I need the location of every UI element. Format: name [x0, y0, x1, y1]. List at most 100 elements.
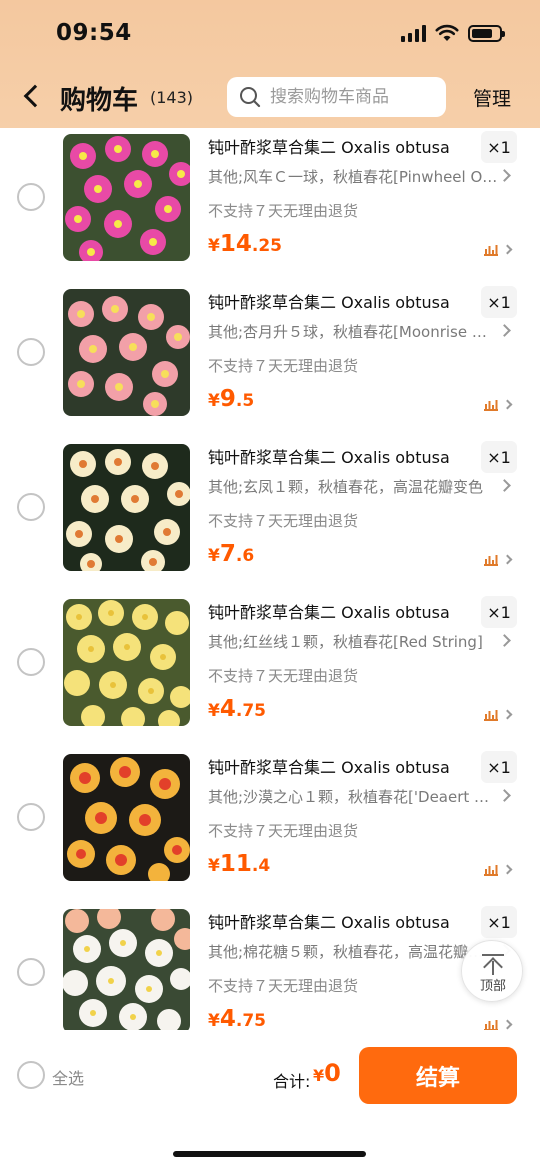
search-icon: [240, 87, 261, 108]
total-currency: ¥: [313, 1066, 325, 1085]
price-integer: 4: [219, 696, 236, 722]
item-select-radio[interactable]: [17, 648, 45, 676]
chevron-right-icon: [502, 864, 513, 874]
status-time: 09:54: [56, 20, 132, 46]
total-value: 0: [324, 1059, 341, 1087]
item-select-radio[interactable]: [17, 338, 45, 366]
price-integer: 9: [219, 386, 236, 412]
item-select-radio[interactable]: [17, 958, 45, 986]
item-price: ¥9.5: [208, 386, 254, 412]
product-name[interactable]: 钝叶酢浆草合集二 Oxalis obtusa: [208, 909, 478, 933]
price-trend-icon: [484, 710, 498, 721]
search-box[interactable]: [227, 77, 446, 117]
quantity-stepper[interactable]: ×1: [481, 131, 517, 163]
product-spec[interactable]: 其他;棉花糖５颗，秋植春花，高温花瓣变色: [208, 941, 498, 962]
price-trend-icon: [484, 400, 498, 411]
cream-oxalis-photo: [63, 444, 190, 571]
return-policy: 不支持７天无理由退货: [208, 202, 359, 220]
price-decimal: .75: [235, 701, 266, 721]
back-button[interactable]: [14, 78, 50, 114]
price-trend-button[interactable]: [483, 394, 517, 414]
item-price: ¥11.4: [208, 851, 270, 877]
price-currency: ¥: [208, 856, 220, 876]
product-name[interactable]: 钝叶酢浆草合集二 Oxalis obtusa: [208, 444, 478, 468]
product-image[interactable]: [63, 134, 190, 261]
cart-item: 钝叶酢浆草合集二 Oxalis obtusa ×1 其他;红丝线１颗，秋植春花[…: [0, 596, 540, 751]
product-image[interactable]: [63, 909, 190, 1030]
product-spec[interactable]: 其他;风车Ｃ一球，秋植春花[Pinwheel Oxalis]: [208, 166, 498, 187]
chevron-right-icon: [502, 709, 513, 719]
price-currency: ¥: [208, 391, 220, 411]
quantity-stepper[interactable]: ×1: [481, 906, 517, 938]
item-select-radio[interactable]: [17, 493, 45, 521]
price-trend-button[interactable]: [483, 549, 517, 569]
total-amount: ¥0: [313, 1059, 341, 1087]
price-integer: 4: [219, 1006, 236, 1030]
product-image[interactable]: [63, 444, 190, 571]
product-spec[interactable]: 其他;沙漠之心１颗，秋植春花['Deaert Heart']: [208, 786, 498, 807]
item-select-radio[interactable]: [17, 183, 45, 211]
item-select-radio[interactable]: [17, 803, 45, 831]
return-policy: 不支持７天无理由退货: [208, 512, 359, 530]
quantity-stepper[interactable]: ×1: [481, 286, 517, 318]
pink-oxalis-photo: [63, 134, 190, 261]
chevron-right-icon: [498, 479, 511, 492]
scroll-to-top-label: 顶部: [479, 979, 506, 994]
quantity-stepper[interactable]: ×1: [481, 751, 517, 783]
product-name[interactable]: 钝叶酢浆草合集二 Oxalis obtusa: [208, 289, 478, 313]
cart-item: 钝叶酢浆草合集二 Oxalis obtusa ×1 其他;玄凤１颗，秋植春花，高…: [0, 441, 540, 596]
status-icons: [401, 24, 505, 42]
product-spec[interactable]: 其他;杏月升５球，秋植春花[Moonrise Oxalis]: [208, 321, 498, 342]
page-title: 购物车: [60, 86, 139, 116]
cart-list[interactable]: 钝叶酢浆草合集二 Oxalis obtusa ×1 其他;风车Ｃ一球，秋植春花[…: [0, 128, 540, 1030]
price-trend-button[interactable]: [483, 239, 517, 259]
total-label: 合计:: [273, 1072, 311, 1091]
product-spec[interactable]: 其他;玄凤１颗，秋植春花，高温花瓣变色: [208, 476, 498, 497]
price-trend-button[interactable]: [483, 859, 517, 879]
item-price: ¥14.25: [208, 231, 282, 257]
chevron-right-icon: [502, 244, 513, 254]
product-image[interactable]: [63, 599, 190, 726]
item-price: ¥4.75: [208, 696, 266, 722]
orange-oxalis-photo: [63, 754, 190, 881]
chevron-right-icon: [498, 634, 511, 647]
price-trend-icon: [484, 865, 498, 876]
return-policy: 不支持７天无理由退货: [208, 667, 359, 685]
search-input[interactable]: [270, 87, 430, 107]
product-name[interactable]: 钝叶酢浆草合集二 Oxalis obtusa: [208, 134, 478, 158]
price-decimal: .25: [251, 236, 282, 256]
price-trend-button[interactable]: [483, 1014, 517, 1030]
return-policy: 不支持７天无理由退货: [208, 977, 359, 995]
price-integer: 11: [219, 851, 252, 877]
product-spec[interactable]: 其他;红丝线１颗，秋植春花[Red String]: [208, 631, 498, 652]
scroll-to-top-button[interactable]: 顶部: [461, 940, 523, 1002]
price-integer: 14: [219, 231, 252, 257]
product-name[interactable]: 钝叶酢浆草合集二 Oxalis obtusa: [208, 599, 478, 623]
home-indicator[interactable]: [173, 1151, 366, 1157]
manage-button[interactable]: 管理: [473, 84, 511, 111]
battery-icon: [468, 24, 505, 42]
quantity-stepper[interactable]: ×1: [481, 596, 517, 628]
wifi-icon: [435, 24, 459, 41]
price-currency: ¥: [208, 701, 220, 721]
select-all-radio[interactable]: [17, 1061, 45, 1089]
chevron-right-icon: [502, 399, 513, 409]
price-currency: ¥: [208, 1011, 220, 1030]
cart-item: 钝叶酢浆草合集二 Oxalis obtusa ×1 其他;沙漠之心１颗，秋植春花…: [0, 751, 540, 906]
price-trend-icon: [484, 555, 498, 566]
product-image[interactable]: [63, 754, 190, 881]
price-currency: ¥: [208, 236, 220, 256]
chevron-right-icon: [502, 554, 513, 564]
item-price: ¥4.75: [208, 1006, 266, 1030]
checkout-button[interactable]: 结算: [359, 1047, 517, 1104]
arrow-up-to-top-icon: [482, 954, 504, 956]
cart-item: 钝叶酢浆草合集二 Oxalis obtusa ×1 其他;棉花糖５颗，秋植春花，…: [0, 906, 540, 1030]
select-all-label[interactable]: 全选: [52, 1065, 84, 1089]
chevron-right-icon: [498, 789, 511, 802]
chevron-right-icon: [502, 1019, 513, 1029]
price-trend-button[interactable]: [483, 704, 517, 724]
quantity-stepper[interactable]: ×1: [481, 441, 517, 473]
product-name[interactable]: 钝叶酢浆草合集二 Oxalis obtusa: [208, 754, 478, 778]
product-image[interactable]: [63, 289, 190, 416]
cart-count: (143): [150, 88, 194, 107]
